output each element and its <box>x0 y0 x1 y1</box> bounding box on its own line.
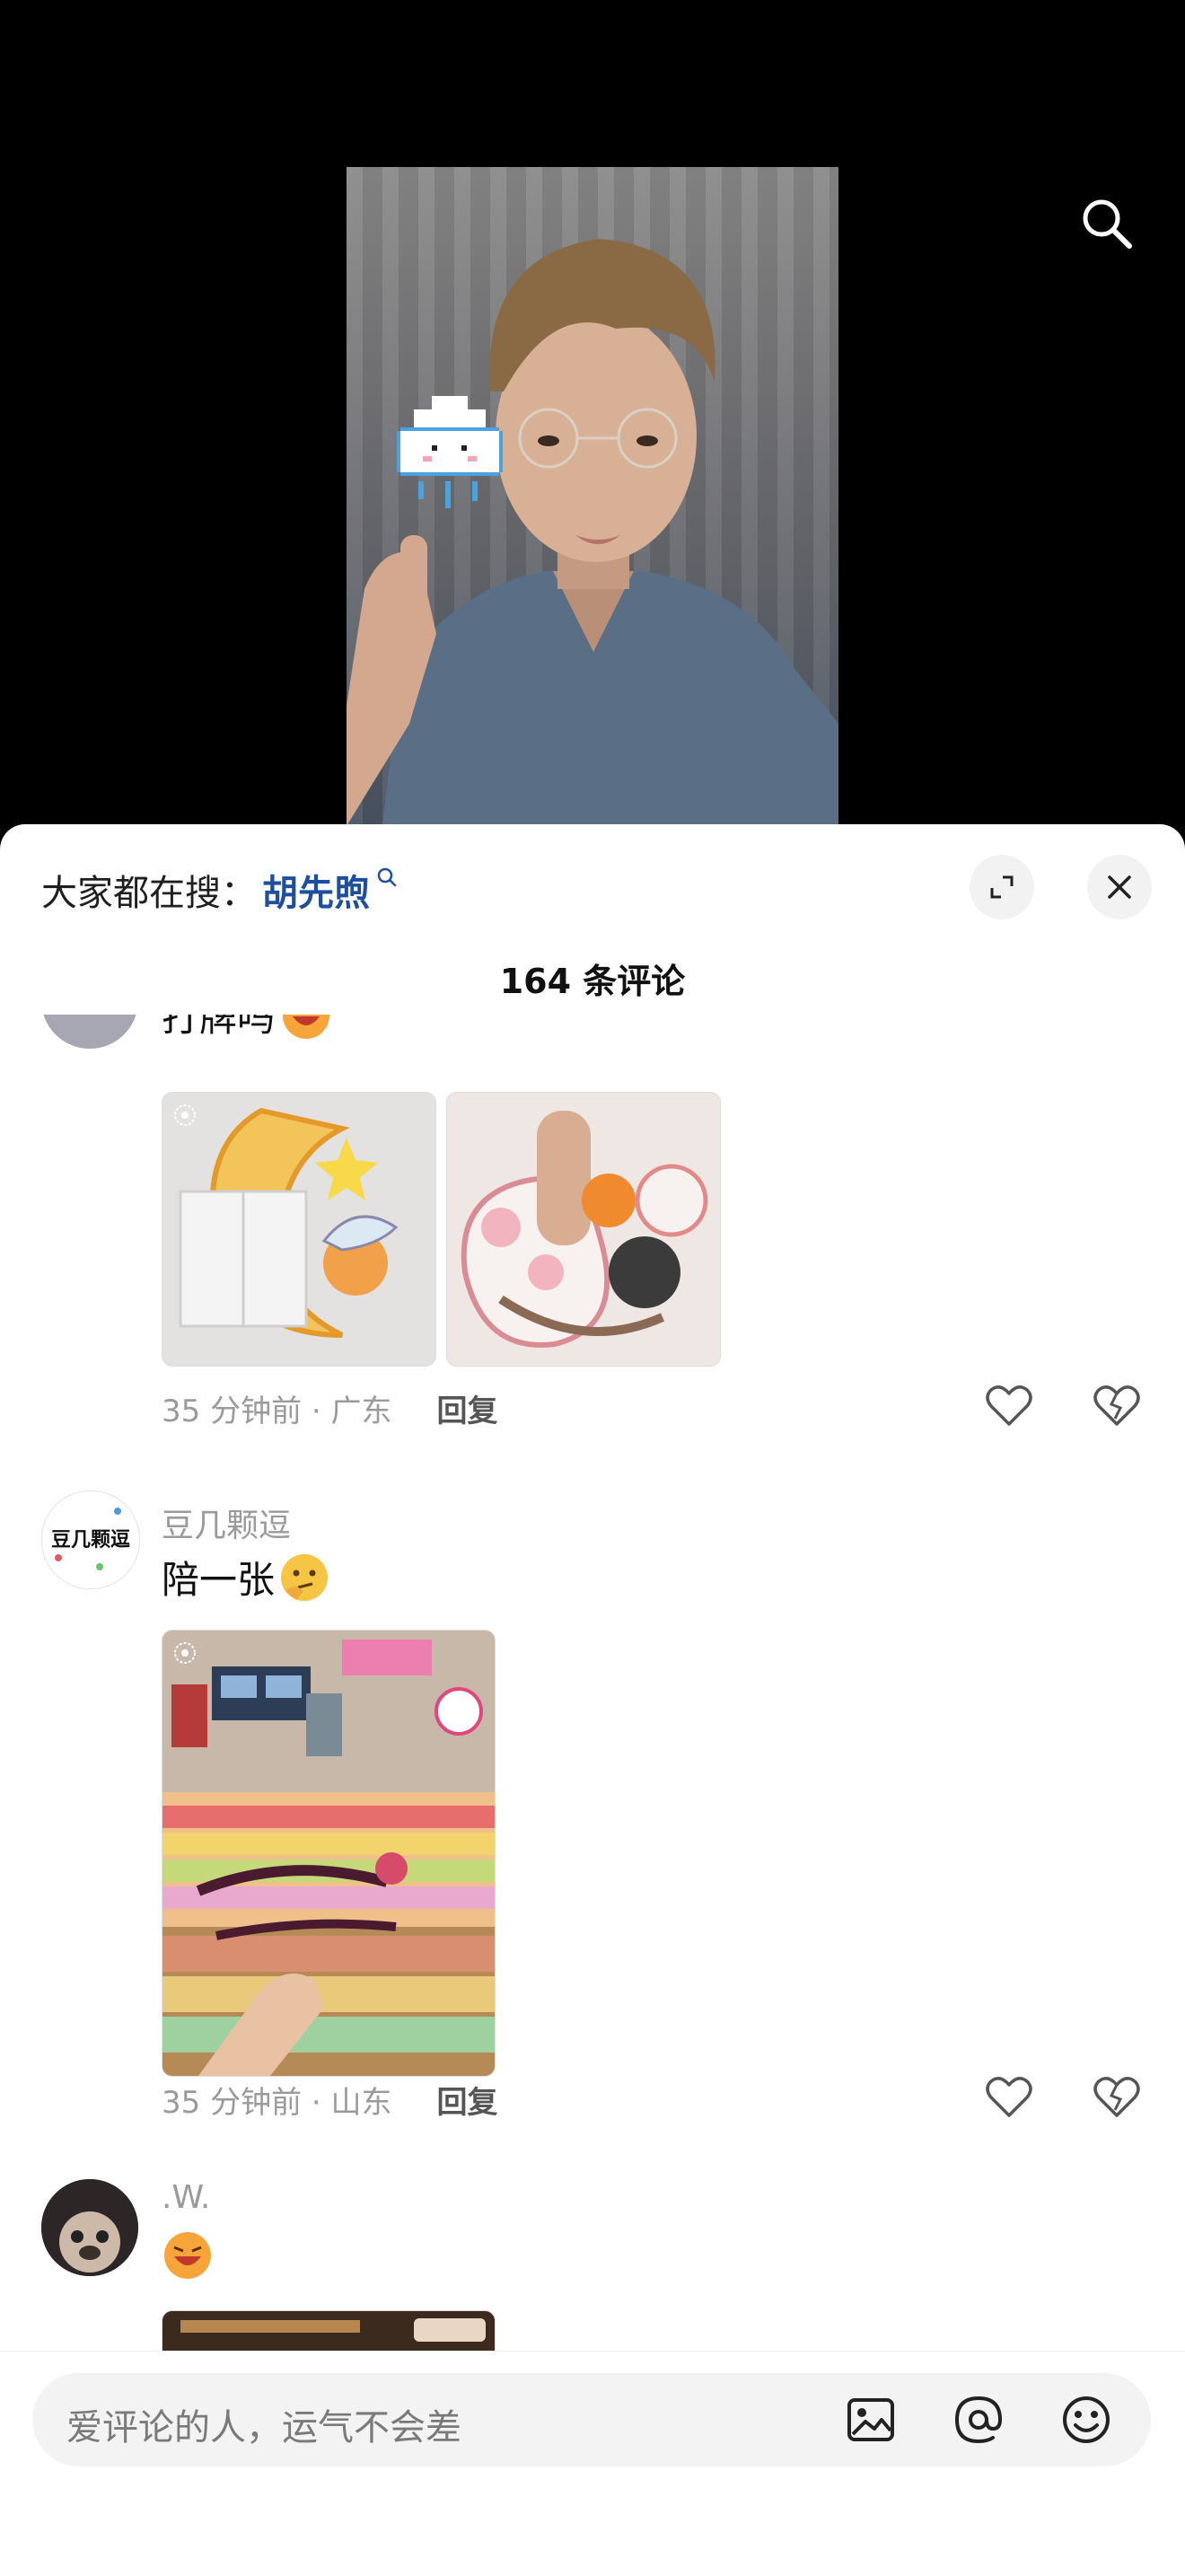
avatar[interactable] <box>41 2179 138 2276</box>
expand-icon <box>990 875 1014 899</box>
search-icon[interactable] <box>1077 194 1135 251</box>
dislike-icon[interactable] <box>1092 2072 1142 2123</box>
live-photo-icon <box>174 1104 196 1126</box>
reply-button[interactable]: 回复 <box>437 1386 498 1430</box>
image-icon[interactable] <box>844 2393 898 2447</box>
comment-text-content: 陪一张 <box>162 1558 276 1602</box>
avatar-label: 豆几颗逗 <box>50 1529 130 1552</box>
comment-meta: 35 分钟前 · 山东 回复 <box>162 2078 498 2122</box>
avatar[interactable] <box>41 1015 138 1049</box>
comment-image[interactable] <box>162 1092 436 1367</box>
like-icon[interactable] <box>984 2072 1034 2123</box>
close-button[interactable] <box>1087 855 1152 919</box>
expand-button[interactable] <box>970 855 1034 919</box>
comment-count: 164 条评论 <box>499 962 686 1001</box>
comment-text-content: 打牌吗 <box>162 1015 276 1040</box>
video-player[interactable] <box>0 0 1185 826</box>
dislike-icon[interactable] <box>1092 1381 1142 1431</box>
like-icon[interactable] <box>984 1381 1034 1431</box>
comment-text: 陪一张 <box>162 1550 330 1605</box>
thinking-emoji-icon <box>281 1553 329 1601</box>
comment-text <box>162 2229 214 2281</box>
close-icon <box>1108 875 1131 899</box>
comment-meta: 35 分钟前 · 广东 回复 <box>162 1386 498 1430</box>
username[interactable]: .W. <box>162 2179 210 2216</box>
avatar[interactable]: 豆几颗逗 <box>41 1490 140 1589</box>
time-location: 35 分钟前 · 山东 <box>162 2085 392 2121</box>
comment-input[interactable]: 爱评论的人，运气不会差 <box>32 2373 1151 2466</box>
time-location: 35 分钟前 · 广东 <box>162 1394 392 1429</box>
at-icon[interactable] <box>952 2393 1005 2447</box>
comment-list[interactable]: 打牌吗 35 分钟前 · 广东 回复 豆几颗逗 豆几颗逗 陪一张 35 分钟前 … <box>0 1015 1185 2351</box>
laughing-emoji-icon <box>164 2232 211 2279</box>
comment-text: 打牌吗 <box>162 1015 332 1042</box>
input-placeholder: 爱评论的人，运气不会差 <box>66 2407 461 2449</box>
avatar-image <box>41 2179 138 2276</box>
pixel-art-moon-image <box>162 1093 435 1366</box>
live-photo-icon <box>174 1642 196 1664</box>
video-frame[interactable] <box>347 167 838 826</box>
reply-button[interactable]: 回复 <box>437 2078 498 2122</box>
comment-image[interactable] <box>162 2310 496 2351</box>
hot-search-bar[interactable]: 大家都在搜： 胡先煦 <box>41 864 399 916</box>
comment-image[interactable] <box>446 1092 721 1367</box>
hot-search-label: 大家都在搜： <box>41 873 257 914</box>
search-small-icon <box>377 867 397 887</box>
screenshot-image <box>162 2311 495 2351</box>
emoji-icon[interactable] <box>1059 2393 1113 2447</box>
person-image <box>347 239 838 826</box>
hot-search-keyword[interactable]: 胡先煦 <box>262 864 370 916</box>
pixel-art-bunnies-image <box>447 1093 720 1366</box>
comment-image[interactable] <box>162 1630 496 2077</box>
pixel-art-wall-image <box>162 1631 495 2076</box>
laughing-emoji-icon <box>283 1015 330 1039</box>
home-indicator-area <box>0 2537 1185 2555</box>
username[interactable]: 豆几颗逗 <box>162 1499 291 1546</box>
